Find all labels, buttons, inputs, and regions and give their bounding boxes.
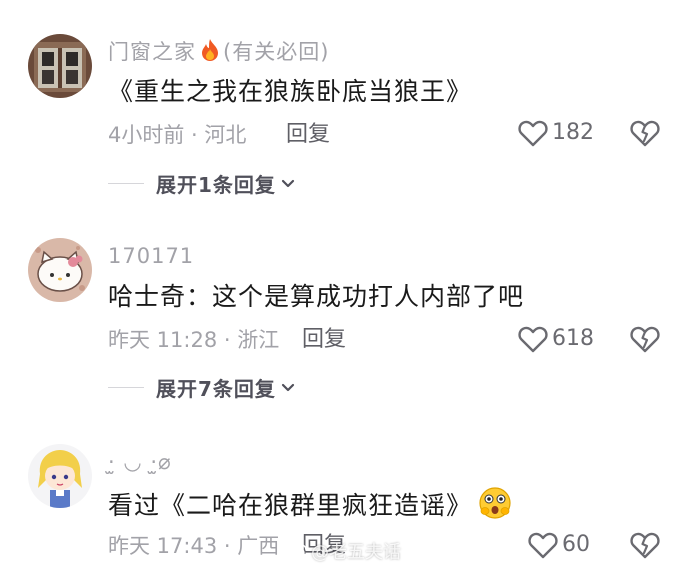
like-count: 60 (562, 532, 590, 557)
dislike-button[interactable] (630, 119, 660, 151)
expand-replies-label: 展开1条回复 (156, 173, 276, 197)
broken-heart-icon (630, 531, 660, 559)
watermark-text: @老五夫话 (311, 542, 401, 563)
expand-replies-label: 展开7条回复 (156, 377, 276, 401)
dislike-button[interactable] (630, 531, 660, 563)
chevron-down-icon (280, 178, 296, 190)
reply-button[interactable]: 回复 (302, 327, 346, 353)
like-button[interactable]: 60 (528, 531, 590, 559)
like-count: 182 (552, 120, 594, 145)
like-count: 618 (552, 326, 594, 351)
heart-outline-icon (528, 531, 558, 559)
comment-item-1: 门窗之家 (有关必回) 《重生之我在狼族卧底当狼王》 4小时前 · 河北 回复 … (0, 0, 690, 210)
weibo-logo-icon (287, 543, 307, 559)
like-button[interactable]: 182 (518, 119, 594, 147)
username[interactable]: 170171 (108, 243, 194, 269)
divider (108, 183, 144, 184)
heart-outline-icon (518, 325, 548, 353)
comment-meta: 昨天 17:43 · 广西 (108, 534, 280, 558)
chevron-down-icon (280, 382, 296, 394)
username[interactable]: 门窗之家 (有关必回) (108, 38, 329, 68)
comment-text: 哈士奇：这个是算成功打人内部了吧 (108, 282, 525, 311)
comment-meta: 昨天 11:28 · 浙江 (108, 328, 280, 352)
shocked-emoji-icon (478, 486, 512, 528)
comment-text: 看过《二哈在狼群里疯狂造谣》 (108, 486, 512, 528)
fire-icon (199, 38, 221, 68)
avatar[interactable] (28, 34, 92, 98)
comment-item-2: 170171 哈士奇：这个是算成功打人内部了吧 昨天 11:28 · 浙江 回复… (0, 210, 690, 420)
comment-text-content: 看过《二哈在狼群里疯狂造谣》 (108, 491, 473, 520)
like-button[interactable]: 618 (518, 325, 594, 353)
broken-heart-icon (630, 325, 660, 353)
comment-text: 《重生之我在狼族卧底当狼王》 (108, 77, 473, 106)
comment-meta: 4小时前 · 河北 (108, 123, 247, 147)
expand-replies-button[interactable]: 展开1条回复 (108, 169, 296, 198)
avatar[interactable] (28, 444, 92, 508)
watermark: @老五夫话 (287, 538, 401, 564)
dislike-button[interactable] (630, 325, 660, 357)
reply-button[interactable]: 回复 (286, 122, 330, 148)
avatar[interactable] (28, 238, 92, 302)
username-text: 门窗之家 (108, 40, 196, 64)
username[interactable]: ·̫ ◡ ·̫⌀ (108, 449, 172, 475)
expand-replies-button[interactable]: 展开7条回复 (108, 373, 296, 402)
heart-outline-icon (518, 119, 548, 147)
divider (108, 387, 144, 388)
broken-heart-icon (630, 119, 660, 147)
user-suffix: (有关必回) (223, 40, 330, 64)
